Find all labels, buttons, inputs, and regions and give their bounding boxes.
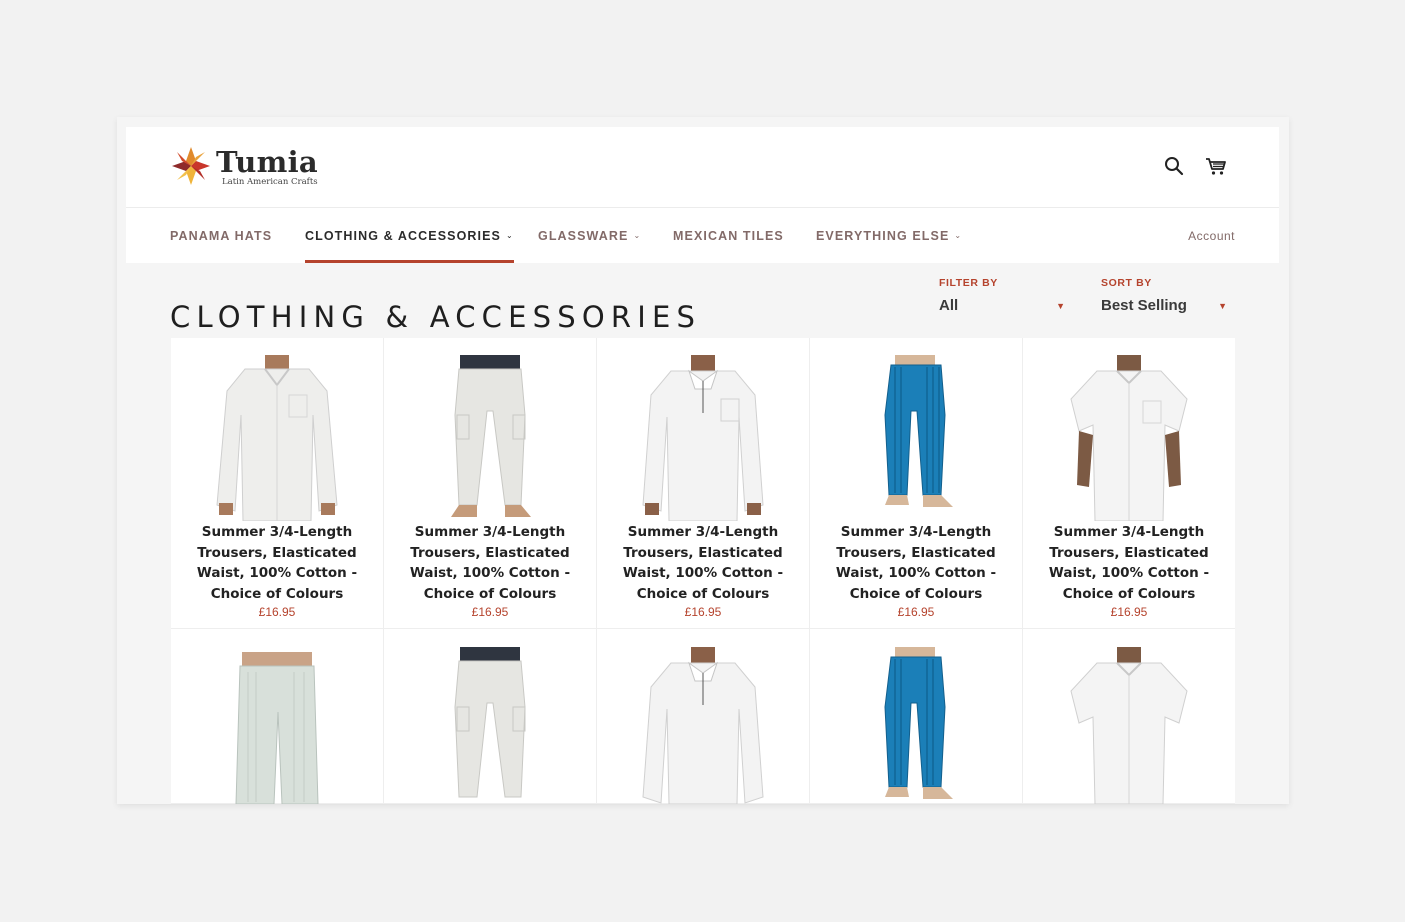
sort-by-control: SORT BY Best Selling ▼ bbox=[1101, 277, 1227, 314]
product-title[interactable]: Summer 3/4-Length Trousers, Elasticated … bbox=[820, 522, 1012, 604]
nav-item-mexican-tiles[interactable]: MEXICAN TILES bbox=[673, 208, 784, 263]
nav-item-label: CLOTHING & ACCESSORIES bbox=[305, 228, 501, 243]
product-card[interactable] bbox=[597, 629, 810, 804]
nav-item-everything-else[interactable]: EVERYTHING ELSE ⌄ bbox=[816, 208, 962, 263]
main-navigation: PANAMA HATS CLOTHING & ACCESSORIES ⌄ GLAS… bbox=[126, 208, 1279, 263]
product-image bbox=[235, 652, 319, 804]
product-image bbox=[884, 647, 953, 799]
product-card[interactable]: Summer 3/4-Length Trousers, Elasticated … bbox=[1023, 338, 1235, 629]
product-image bbox=[451, 355, 531, 517]
nav-item-panama-hats[interactable]: PANAMA HATS bbox=[170, 208, 272, 263]
product-card[interactable] bbox=[1023, 629, 1235, 804]
filter-by-label: FILTER BY bbox=[939, 277, 998, 289]
caret-down-icon: ▼ bbox=[1056, 300, 1065, 311]
site-header: Tumia Latin American Crafts bbox=[126, 127, 1279, 208]
cart-icon[interactable] bbox=[1205, 155, 1227, 177]
product-title[interactable]: Summer 3/4-Length Trousers, Elasticated … bbox=[607, 522, 799, 604]
product-card[interactable]: Summer 3/4-Length Trousers, Elasticated … bbox=[384, 338, 597, 629]
product-image bbox=[642, 355, 764, 521]
brand-name: Tumia bbox=[216, 145, 318, 179]
search-icon[interactable] bbox=[1163, 155, 1185, 177]
product-grid: Summer 3/4-Length Trousers, Elasticated … bbox=[171, 338, 1235, 804]
nav-item-label: GLASSWARE bbox=[538, 228, 629, 243]
filter-by-control: FILTER BY All ▼ bbox=[939, 277, 1065, 314]
nav-item-glassware[interactable]: GLASSWARE ⌄ bbox=[538, 208, 641, 263]
product-card[interactable] bbox=[171, 629, 384, 804]
product-image bbox=[884, 355, 953, 507]
sort-by-label: SORT BY bbox=[1101, 277, 1152, 289]
sort-by-select[interactable]: Best Selling ▼ bbox=[1101, 297, 1227, 314]
product-image bbox=[216, 355, 338, 521]
caret-down-icon: ▼ bbox=[1218, 300, 1227, 311]
nav-item-label: MEXICAN TILES bbox=[673, 228, 784, 243]
nav-item-label: PANAMA HATS bbox=[170, 228, 273, 243]
product-price: £16.95 bbox=[897, 605, 935, 619]
product-image bbox=[642, 647, 764, 804]
browser-viewport: Tumia Latin American Crafts PANAMA HATS … bbox=[117, 117, 1289, 804]
product-image bbox=[1070, 647, 1188, 804]
filter-by-select[interactable]: All ▼ bbox=[939, 297, 1065, 314]
product-image bbox=[454, 647, 526, 798]
product-card[interactable]: Summer 3/4-Length Trousers, Elasticated … bbox=[597, 338, 810, 629]
chevron-down-icon: ⌄ bbox=[633, 231, 642, 240]
sort-by-value: Best Selling bbox=[1101, 297, 1187, 314]
product-price: £16.95 bbox=[1110, 605, 1148, 619]
account-link[interactable]: Account bbox=[1188, 208, 1235, 263]
brand-tagline: Latin American Crafts bbox=[222, 177, 318, 187]
product-price: £16.95 bbox=[258, 605, 296, 619]
nav-item-clothing-accessories[interactable]: CLOTHING & ACCESSORIES ⌄ bbox=[305, 208, 514, 263]
product-price: £16.95 bbox=[471, 605, 509, 619]
product-card[interactable] bbox=[384, 629, 597, 804]
filter-by-value: All bbox=[939, 297, 959, 314]
product-card[interactable]: Summer 3/4-Length Trousers, Elasticated … bbox=[171, 338, 384, 629]
chevron-down-icon: ⌄ bbox=[954, 231, 963, 240]
page-title: CLOTHING & ACCESSORIES bbox=[170, 300, 702, 335]
chevron-down-icon: ⌄ bbox=[505, 231, 514, 240]
product-title[interactable]: Summer 3/4-Length Trousers, Elasticated … bbox=[394, 522, 586, 604]
product-image bbox=[1070, 355, 1188, 521]
product-card[interactable]: Summer 3/4-Length Trousers, Elasticated … bbox=[810, 338, 1023, 629]
star-logo-icon bbox=[172, 147, 210, 185]
nav-item-label: EVERYTHING ELSE bbox=[816, 228, 950, 243]
product-title[interactable]: Summer 3/4-Length Trousers, Elasticated … bbox=[1033, 522, 1225, 604]
product-card[interactable] bbox=[810, 629, 1023, 804]
logo[interactable]: Tumia Latin American Crafts bbox=[170, 145, 318, 191]
product-title[interactable]: Summer 3/4-Length Trousers, Elasticated … bbox=[181, 522, 373, 604]
product-price: £16.95 bbox=[684, 605, 722, 619]
